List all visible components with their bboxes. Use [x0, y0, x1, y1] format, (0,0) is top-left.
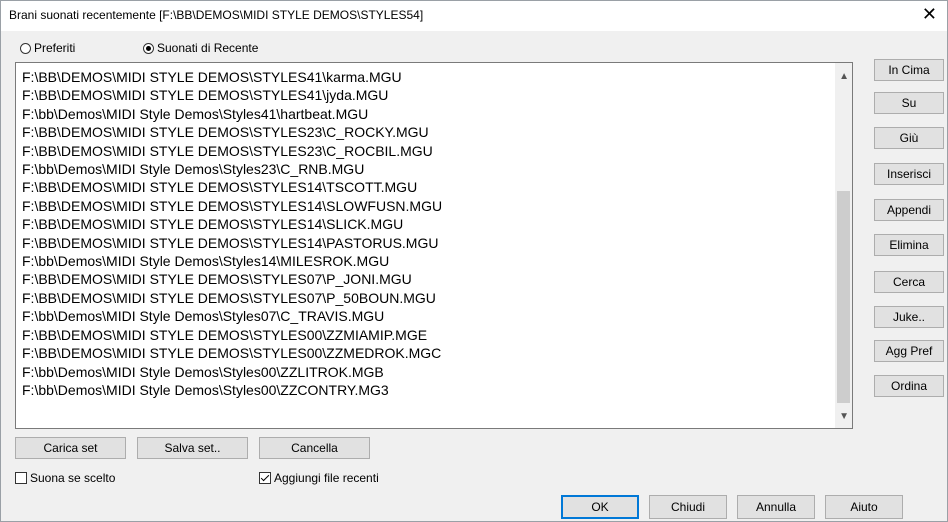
list-item[interactable]: F:\BB\DEMOS\MIDI STYLE DEMOS\STYLES14\PA… [22, 234, 828, 252]
radio-preferiti-label: Preferiti [34, 41, 76, 55]
list-item[interactable]: F:\BB\DEMOS\MIDI STYLE DEMOS\STYLES07\P_… [22, 289, 828, 307]
aggiungi-checkbox-box[interactable] [259, 472, 271, 484]
radio-preferiti-indicator[interactable] [20, 42, 31, 54]
elimina-button[interactable]: Elimina [874, 234, 944, 256]
in-cima-button[interactable]: In Cima [874, 59, 944, 81]
list-item[interactable]: F:\bb\Demos\MIDI Style Demos\Styles41\ha… [22, 105, 828, 123]
recent-files-list[interactable]: F:\BB\DEMOS\MIDI STYLE DEMOS\STYLES41\ka… [15, 62, 853, 429]
ordina-button[interactable]: Ordina [874, 375, 944, 397]
suona-checkbox-label: Suona se scelto [30, 471, 116, 485]
list-item[interactable]: F:\BB\DEMOS\MIDI STYLE DEMOS\STYLES14\SL… [22, 215, 828, 233]
inserisci-button[interactable]: Inserisci [874, 163, 944, 185]
list-item[interactable]: F:\BB\DEMOS\MIDI STYLE DEMOS\STYLES07\P_… [22, 270, 828, 288]
agg-pref-button[interactable]: Agg Pref [874, 340, 944, 362]
appendi-button[interactable]: Appendi [874, 199, 944, 221]
list-item[interactable]: F:\BB\DEMOS\MIDI STYLE DEMOS\STYLES41\jy… [22, 86, 828, 104]
su-button[interactable]: Su [874, 92, 944, 114]
list-item[interactable]: F:\BB\DEMOS\MIDI STYLE DEMOS\STYLES00\ZZ… [22, 344, 828, 362]
chiudi-button[interactable]: Chiudi [649, 495, 727, 519]
scroll-up-icon[interactable]: ▲ [839, 71, 849, 82]
scroll-down-icon[interactable]: ▼ [839, 411, 849, 422]
annulla-button[interactable]: Annulla [737, 495, 815, 519]
aiuto-button[interactable]: Aiuto [825, 495, 903, 519]
radio-suonati-label: Suonati di Recente [157, 41, 259, 55]
scrollbar-thumb[interactable] [837, 191, 850, 403]
list-item[interactable]: F:\BB\DEMOS\MIDI STYLE DEMOS\STYLES23\C_… [22, 123, 828, 141]
aggiungi-file-recenti-checkbox[interactable]: Aggiungi file recenti [259, 471, 379, 485]
list-item[interactable]: F:\BB\DEMOS\MIDI STYLE DEMOS\STYLES14\TS… [22, 178, 828, 196]
cancella-button[interactable]: Cancella [259, 437, 370, 459]
radio-suonati-di-recente[interactable]: Suonati di Recente [143, 41, 258, 55]
list-item[interactable]: F:\bb\Demos\MIDI Style Demos\Styles00\ZZ… [22, 363, 828, 381]
list-items-container: F:\BB\DEMOS\MIDI STYLE DEMOS\STYLES41\ka… [22, 68, 828, 399]
list-item[interactable]: F:\bb\Demos\MIDI Style Demos\Styles14\MI… [22, 252, 828, 270]
cerca-button[interactable]: Cerca [874, 271, 944, 293]
recent-songs-dialog: Brani suonati recentemente [F:\BB\DEMOS\… [0, 0, 948, 522]
list-item[interactable]: F:\BB\DEMOS\MIDI STYLE DEMOS\STYLES41\ka… [22, 68, 828, 86]
list-item[interactable]: F:\bb\Demos\MIDI Style Demos\Styles07\C_… [22, 307, 828, 325]
giu-button[interactable]: Giù [874, 127, 944, 149]
vertical-scrollbar[interactable]: ▲ ▼ [835, 63, 852, 428]
ok-button[interactable]: OK [561, 495, 639, 519]
list-item[interactable]: F:\bb\Demos\MIDI Style Demos\Styles00\ZZ… [22, 381, 828, 399]
juke-button[interactable]: Juke.. [874, 306, 944, 328]
aggiungi-checkbox-label: Aggiungi file recenti [274, 471, 379, 485]
suona-se-scelto-checkbox[interactable]: Suona se scelto [15, 471, 115, 485]
list-item[interactable]: F:\bb\Demos\MIDI Style Demos\Styles23\C_… [22, 160, 828, 178]
title-bar: Brani suonati recentemente [F:\BB\DEMOS\… [1, 1, 947, 31]
dialog-title: Brani suonati recentemente [F:\BB\DEMOS\… [9, 8, 424, 22]
suona-checkbox-box[interactable] [15, 472, 27, 484]
list-item[interactable]: F:\BB\DEMOS\MIDI STYLE DEMOS\STYLES23\C_… [22, 142, 828, 160]
list-item[interactable]: F:\BB\DEMOS\MIDI STYLE DEMOS\STYLES14\SL… [22, 197, 828, 215]
carica-set-button[interactable]: Carica set [15, 437, 126, 459]
radio-suonati-indicator[interactable] [143, 42, 154, 54]
salva-set-button[interactable]: Salva set.. [137, 437, 248, 459]
list-item[interactable]: F:\BB\DEMOS\MIDI STYLE DEMOS\STYLES00\ZZ… [22, 326, 828, 344]
close-icon[interactable]: ✕ [922, 5, 937, 23]
radio-preferiti[interactable]: Preferiti [20, 41, 75, 55]
